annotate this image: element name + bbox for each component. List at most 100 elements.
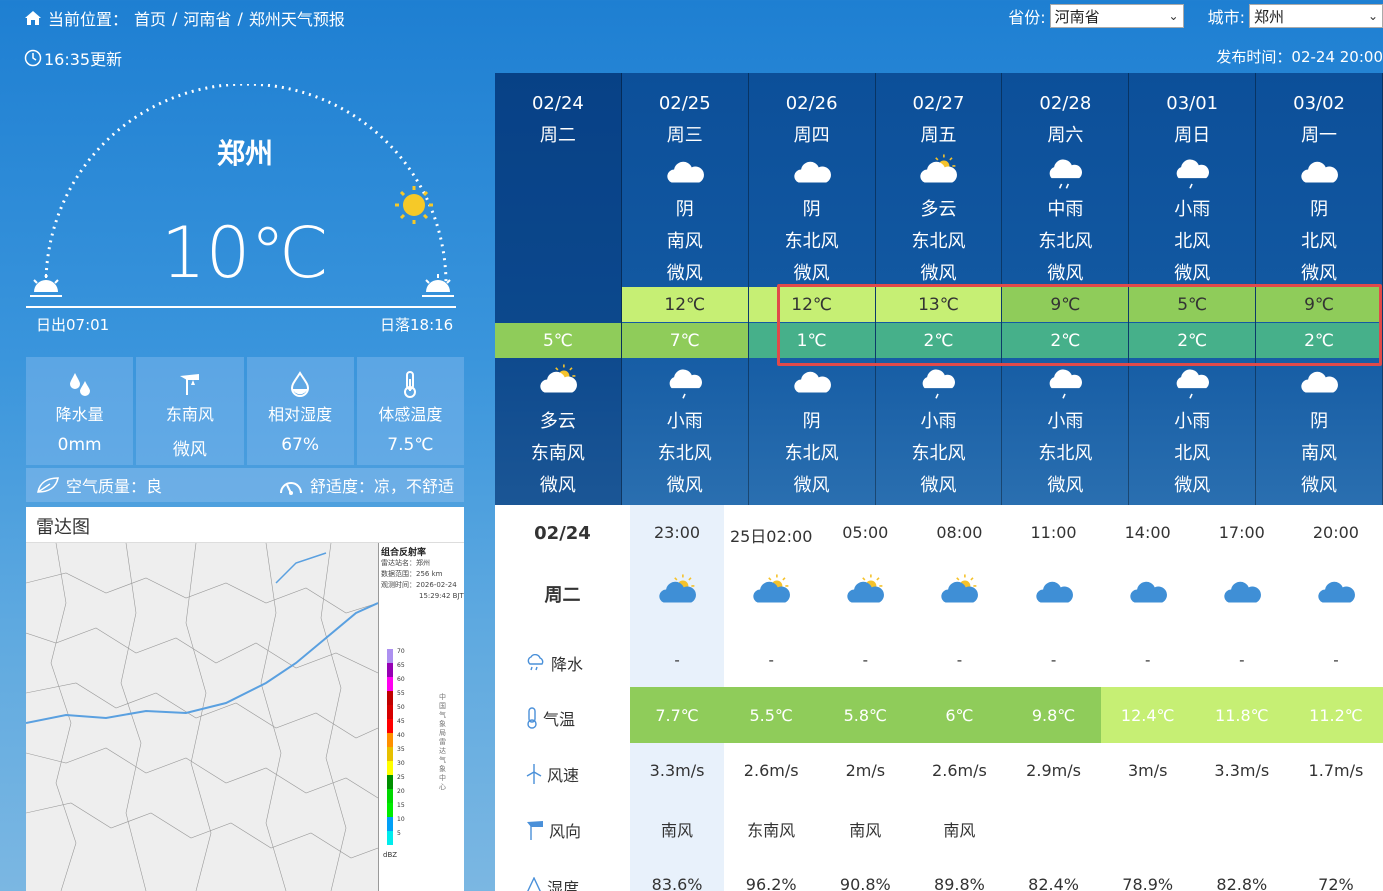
comfort-index[interactable]: 舒适度：凉，不舒适 xyxy=(278,473,454,497)
day-weather: 阴 xyxy=(675,199,694,220)
radar-scale-label: 55 xyxy=(397,690,405,697)
hour-precipitation: - xyxy=(1333,651,1339,669)
forecast-weekday: 周五 xyxy=(920,125,957,146)
air-quality[interactable]: 空气质量：良 xyxy=(36,473,162,497)
stat-label: 降水量 xyxy=(55,405,104,424)
province-select-value: 河南省 xyxy=(1054,7,1100,26)
radar-scale-label: 10 xyxy=(397,816,405,823)
light-rain-icon xyxy=(1176,159,1210,189)
day-weather-icon-wrap xyxy=(622,153,748,189)
hour-wind-speed: 3.3m/s xyxy=(649,761,705,780)
update-time: 16:35更新 xyxy=(24,46,122,70)
hourly-column[interactable]: 08:00 - 6℃ 2.6m/s 南风 89.8% xyxy=(912,505,1007,891)
row-label-rain: 降水 xyxy=(525,651,583,675)
hourly-column[interactable]: 17:00 - 11.8℃ 3.3m/s 82.8% xyxy=(1194,505,1289,891)
radar-scale-label: 30 xyxy=(397,760,405,767)
forecast-day-column[interactable]: 02/25 周三阴南风 微风 12℃ 7℃ 小雨 东北风 微风 xyxy=(621,73,749,505)
hourly-column[interactable]: 20:00 - 11.2℃ 1.7m/s 72% xyxy=(1288,505,1383,891)
city-select-value: 郑州 xyxy=(1254,7,1285,26)
hour-temperature: 11.8℃ xyxy=(1194,687,1289,743)
hour-weather-icon-wrap xyxy=(630,573,724,609)
overcast-icon xyxy=(793,371,831,393)
legend-source: 中国气象局雷达气象中心 xyxy=(439,693,446,791)
moderate-rain-icon xyxy=(1049,159,1083,189)
day-weather-icon-wrap xyxy=(1256,153,1382,189)
sunset-time: 日落18:16 xyxy=(380,316,454,334)
forecast-weekday: 周三 xyxy=(666,125,703,146)
radar-scale-swatch xyxy=(387,803,393,817)
light-rain-icon xyxy=(923,369,956,399)
cloud-icon xyxy=(1318,581,1355,603)
radar-panel: 雷达图 组合反射率 雷达站名：郑州 数据范围：256 km 观测时间：2026-… xyxy=(26,507,464,891)
breadcrumb-province-link[interactable]: 河南省 xyxy=(183,6,231,30)
hour-wind-speed: 2.6m/s xyxy=(743,761,799,780)
breadcrumb-home-link[interactable]: 首页 xyxy=(134,6,166,30)
radar-scale-swatch xyxy=(387,691,393,705)
row-label-humidity: 湿度 xyxy=(525,875,579,891)
night-weather: 多云 xyxy=(539,411,576,432)
radar-scale-swatch xyxy=(387,733,393,747)
radar-scale-label: 70 xyxy=(397,648,405,655)
hourly-column[interactable]: 14:00 - 12.4℃ 3m/s 78.9% xyxy=(1100,505,1195,891)
sunrise-time: 日出07:01 xyxy=(36,316,110,334)
hourly-forecast: 02/24 周二 降水 气温 风速 风向 湿度 23:00 - 7.7℃ 3.3m/s… xyxy=(495,505,1383,891)
forecast-day-column[interactable]: 02/24 周二 5℃ 多云 东南风 微风 xyxy=(495,73,622,505)
day-wind-level: 微风 xyxy=(1174,263,1211,284)
night-wind-direction: 东南风 xyxy=(530,443,585,464)
hour-weather-icon-wrap xyxy=(818,573,912,609)
radar-scale-swatch xyxy=(387,789,393,803)
radar-scale-swatch xyxy=(387,831,393,845)
hour-wind-direction: 南风 xyxy=(849,821,882,840)
night-weather: 小雨 xyxy=(1047,411,1084,432)
hourly-column[interactable]: 11:00 - 9.8℃ 2.9m/s 82.4% xyxy=(1006,505,1101,891)
night-weather-icon-wrap xyxy=(495,363,621,399)
row-label-wind-speed: 风速 xyxy=(525,762,579,786)
current-stats: 降水量 0mm 东南风 微风 相对湿度 67% 体感温度 7.5℃ xyxy=(26,357,464,465)
night-weather-icon-wrap xyxy=(1002,363,1128,399)
night-weather-icon-wrap xyxy=(1129,363,1255,399)
light-rain-icon xyxy=(669,369,702,399)
day-weather: 小雨 xyxy=(1174,199,1211,220)
breadcrumb-current-page: 郑州天气预报 xyxy=(248,10,345,29)
overcast-icon xyxy=(793,161,831,183)
province-select[interactable]: 河南省 ⌄ xyxy=(1049,4,1184,28)
cloud-icon xyxy=(1224,581,1261,603)
radar-color-scale: 70 65 60 55 50 45 40 35 30 25 20 15 10 5 dBZ xyxy=(383,648,405,859)
night-wind-level: 微风 xyxy=(1174,475,1211,496)
legend-time-value: 15:29:42 BJT xyxy=(419,592,464,600)
hour-humidity: 72% xyxy=(1318,875,1354,891)
leaf-icon xyxy=(37,477,59,493)
hour-time: 17:00 xyxy=(1218,523,1265,542)
breadcrumb: 当前位置： 首页 / 河南省 / 郑州天气预报 xyxy=(24,6,345,30)
night-wind-direction: 东北风 xyxy=(657,443,712,464)
air-quality-text: 空气质量：良 xyxy=(66,477,163,496)
day-wind-direction: 东北风 xyxy=(1038,231,1093,252)
hourly-column[interactable]: 05:00 - 5.8℃ 2m/s 南风 90.8% xyxy=(818,505,913,891)
legend-time: 观测时间：2026-02-24 xyxy=(381,581,457,589)
light-rain-icon xyxy=(1176,369,1210,399)
hour-time: 23:00 xyxy=(654,523,701,542)
legend-station: 雷达站名：郑州 xyxy=(381,559,430,567)
city-select[interactable]: 郑州 ⌄ xyxy=(1249,4,1383,28)
hourly-column[interactable]: 25日02:00 - 5.5℃ 2.6m/s 东南风 96.2% xyxy=(724,505,819,891)
stat-value: 微风 xyxy=(172,440,207,460)
cloud-icon xyxy=(1035,581,1073,603)
high-temperature: 12℃ xyxy=(621,287,748,322)
radar-map[interactable] xyxy=(26,543,378,891)
forecast-date: 02/25 xyxy=(658,93,711,114)
partly-cloudy-icon xyxy=(659,574,697,603)
partly-cloudy-icon xyxy=(920,154,958,183)
hour-wind-speed: 3m/s xyxy=(1127,761,1168,780)
hour-humidity: 83.6% xyxy=(651,875,703,891)
radar-title: 雷达图 xyxy=(26,507,464,543)
hour-weather-icon-wrap xyxy=(912,573,1006,609)
wind-turbine-icon xyxy=(526,764,542,784)
hour-precipitation: - xyxy=(1050,651,1057,669)
night-weather: 小雨 xyxy=(666,411,703,432)
radar-scale-label: 50 xyxy=(397,704,405,711)
night-wind-level: 微风 xyxy=(793,475,830,496)
night-wind-direction: 北风 xyxy=(1174,443,1211,464)
chevron-down-icon: ⌄ xyxy=(1168,9,1179,23)
partly-cloudy-night-icon xyxy=(540,364,577,393)
hourly-column[interactable]: 23:00 - 7.7℃ 3.3m/s 南风 83.6% xyxy=(630,505,725,891)
